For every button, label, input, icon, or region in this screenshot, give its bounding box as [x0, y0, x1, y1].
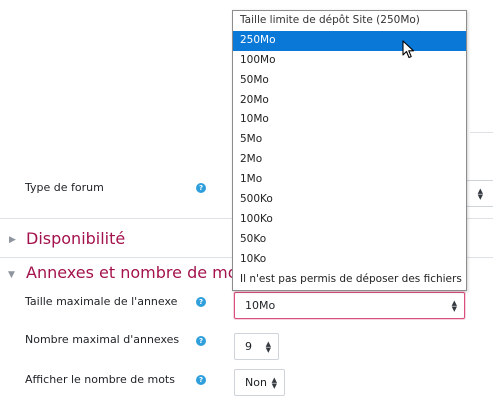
help-icon[interactable]: ? — [196, 297, 206, 307]
select-value: 10Mo — [245, 299, 276, 312]
dropdown-option[interactable]: 2Mo — [233, 150, 466, 170]
dropdown-option[interactable]: 50Ko — [233, 230, 466, 250]
dropdown-option[interactable]: 250Mo — [233, 30, 466, 51]
forum-type-select[interactable]: ▲ ▼ — [466, 180, 493, 207]
dropdown-option[interactable]: 50Mo — [233, 71, 466, 91]
mouse-cursor-icon — [402, 40, 415, 59]
top-divider — [470, 132, 493, 133]
dropdown-option[interactable]: 5Mo — [233, 130, 466, 150]
help-icon[interactable]: ? — [196, 183, 206, 193]
chevron-down-icon[interactable]: ▼ — [8, 270, 15, 280]
dropdown-option[interactable]: 1Mo — [233, 170, 466, 190]
chevron-updown-icon: ▲ ▼ — [451, 299, 457, 313]
chevron-right-icon[interactable]: ▶ — [9, 235, 16, 245]
attachment-size-dropdown-list[interactable]: Taille limite de dépôt Site (250Mo) 250Mo… — [232, 10, 467, 291]
max-attachments-label: Nombre maximal d'annexes — [25, 333, 180, 346]
section-attachments[interactable]: Annexes et nombre de mots — [26, 263, 252, 282]
chevron-updown-icon: ▲ ▼ — [265, 340, 271, 354]
max-attachment-size-select[interactable]: 10Mo ▲ ▼ — [234, 292, 465, 319]
dropdown-option[interactable]: Taille limite de dépôt Site (250Mo) — [233, 11, 466, 31]
dropdown-option[interactable]: 500Ko — [233, 190, 466, 210]
select-value: 9 — [245, 340, 252, 353]
dropdown-option[interactable]: 100Mo — [233, 51, 466, 71]
section-availability[interactable]: Disponibilité — [26, 229, 125, 248]
forum-type-label: Type de forum — [25, 181, 104, 194]
dropdown-option[interactable]: 10Ko — [233, 250, 466, 270]
help-icon[interactable]: ? — [196, 375, 206, 385]
dropdown-option[interactable]: 10Mo — [233, 110, 466, 130]
select-value: Non — [245, 376, 267, 389]
chevron-updown-icon: ▲ ▼ — [271, 376, 277, 390]
show-word-count-label: Afficher le nombre de mots — [25, 373, 175, 386]
show-word-count-select[interactable]: Non ▲ ▼ — [234, 369, 285, 396]
dropdown-option[interactable]: 100Ko — [233, 210, 466, 230]
dropdown-option[interactable]: 20Mo — [233, 91, 466, 111]
dropdown-option[interactable]: Il n'est pas permis de déposer des fichi… — [233, 270, 466, 290]
max-attachments-select[interactable]: 9 ▲ ▼ — [234, 333, 279, 360]
max-attachment-size-label: Taille maximale de l'annexe — [25, 295, 178, 308]
help-icon[interactable]: ? — [196, 336, 206, 346]
